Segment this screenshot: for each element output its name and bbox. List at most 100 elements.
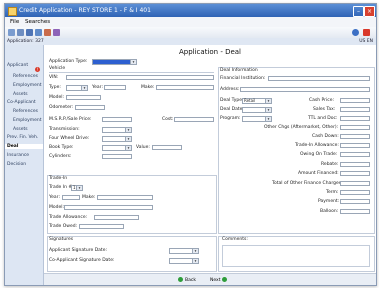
sidebar-item-co-applicant[interactable]: Co-Applicant [7,100,36,105]
help-icon[interactable] [352,29,359,36]
open-icon[interactable] [17,29,24,36]
model-label: Model: [49,95,65,100]
cash-price-input[interactable] [340,98,370,103]
trade-allowance-input[interactable] [94,215,139,220]
app-window: Credit Application - REY STORE 1 - F & I… [4,3,377,286]
sidebar-item-co-employment[interactable]: Employment [13,118,42,123]
term-input[interactable] [340,190,370,195]
back-arrow-icon [178,277,183,282]
chevron-down-icon: ▾ [265,108,271,112]
edit-icon[interactable] [53,29,60,36]
tradein-title: Trade-In [49,176,68,181]
back-label: Back [185,278,196,283]
type-label: Type: [49,85,61,90]
other-chgs-input[interactable] [340,125,370,130]
sidebar-item-applicant[interactable]: Applicant [7,63,28,68]
chevron-down-icon: ▾ [130,60,136,64]
transmission-label: Transmission: [49,127,80,132]
balloon-input[interactable] [340,209,370,214]
sidebar-item-decision[interactable]: Decision [7,162,26,167]
menu-searches[interactable]: Searches [25,17,50,27]
trade-year-input[interactable] [62,195,80,200]
comments-textarea[interactable] [222,245,370,267]
deal-type-select[interactable]: Retail ▾ [242,98,272,104]
sidebar-item-deal[interactable]: Deal [5,144,43,149]
coapplicant-signature-date-label: Co-Applicant Signature Date: [49,258,115,263]
balloon-label: Balloon: [320,209,339,214]
footer-nav: Back Next [44,273,376,285]
odometer-input[interactable] [75,105,105,110]
msrp-label: M.S.R.P./Sale Price: [49,117,92,122]
amount-financed-input[interactable] [340,171,370,176]
back-button[interactable]: Back [178,277,196,283]
address-input[interactable] [240,87,370,92]
trade-model-input[interactable] [64,205,153,210]
total-other-finance-input[interactable] [340,181,370,186]
sales-tax-input[interactable] [340,107,370,112]
sales-tax-label: Sales Tax: [313,107,336,112]
type-select[interactable]: ▾ [66,85,88,91]
applicant-signature-date-select[interactable]: ▾ [169,248,199,254]
other-chgs-label: Other Chgs (Aftermarket, Other): [264,125,339,130]
owing-on-trade-input[interactable] [340,152,370,157]
program-label: Program: [220,116,241,121]
exit-icon[interactable] [363,29,370,36]
payment-input[interactable] [340,199,370,204]
trade-owed-input[interactable] [79,224,124,229]
cost-input[interactable] [174,117,214,122]
ttl-doc-input[interactable] [340,116,370,121]
sidebar-item-co-assets[interactable]: Assets [13,127,28,132]
financial-institution-input[interactable] [268,76,370,81]
trade-in-number-select[interactable]: 1 ▾ [71,185,83,191]
value-label: Value: [136,145,150,150]
vehicle-divider [49,72,214,73]
cash-down-input[interactable] [340,134,370,139]
cash-price-label: Cash Price: [309,98,335,103]
menu-file[interactable]: File [10,17,19,27]
new-icon[interactable] [8,29,15,36]
sidebar: Applicant ! References Employment Assets… [5,45,44,285]
save-icon[interactable] [26,29,33,36]
book-type-select[interactable]: ▾ [102,145,132,151]
year-label: Year: [92,85,103,90]
next-button[interactable]: Next [210,277,228,283]
chevron-down-icon: ▾ [81,86,87,90]
sidebar-item-insurance[interactable]: Insurance [7,153,29,158]
value-input[interactable] [152,145,182,150]
make-input[interactable] [156,85,214,90]
msrp-input[interactable] [102,117,132,122]
chevron-down-icon: ▾ [265,99,271,103]
sidebar-item-co-references[interactable]: References [13,109,38,114]
total-other-finance-label: Total of Other Finance Charges: [272,181,343,186]
rebate-label: Rebate: [321,162,339,167]
app-icon [8,7,17,16]
book-type-label: Book Type: [49,145,74,150]
sidebar-item-assets[interactable]: Assets [13,92,28,97]
signatures-title: Signatures [49,237,74,242]
search-icon[interactable] [44,29,51,36]
deal-info-title: Deal Information [220,68,258,73]
trade-make-input[interactable] [97,195,153,200]
vin-input[interactable] [66,75,214,80]
vehicle-section-title: Vehicle [49,66,66,71]
sidebar-item-references[interactable]: References [13,74,38,79]
application-type-select[interactable]: ▾ [92,59,137,65]
coapplicant-signature-date-select[interactable]: ▾ [169,258,199,264]
trade-in-allowance-input[interactable] [340,143,370,148]
cylinders-input[interactable] [102,154,132,159]
model-input[interactable] [66,95,101,100]
fwd-select[interactable]: ▾ [102,136,132,142]
deal-date-select[interactable]: ▾ [242,107,272,113]
deal-form: Application - Deal Application Type: ▾ V… [44,45,376,273]
transmission-select[interactable]: ▾ [102,127,132,133]
minimize-button[interactable]: – [353,6,364,17]
print-icon[interactable] [35,29,42,36]
fwd-label: Four Wheel Drive: [49,136,90,141]
close-button[interactable]: × [364,6,375,17]
sidebar-item-employment[interactable]: Employment [13,83,42,88]
program-select[interactable]: ▾ [242,116,272,122]
sidebar-item-prev-fin-veh[interactable]: Prev. Fin. Veh. [7,135,38,140]
year-input[interactable] [104,85,126,90]
application-type-label: Application Type: [49,59,88,64]
rebate-input[interactable] [340,162,370,167]
